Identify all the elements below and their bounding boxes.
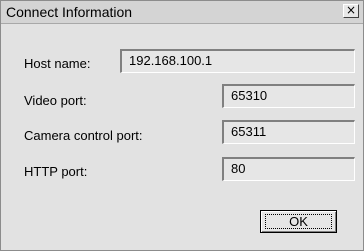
ok-button-label: OK [265, 214, 332, 229]
host-name-label: Host name: [24, 56, 91, 71]
http-port-label: HTTP port: [24, 164, 88, 179]
dialog-title: Connect Information [6, 4, 133, 20]
video-port-label: Video port: [24, 93, 87, 108]
ok-button[interactable]: OK [260, 210, 337, 233]
title-bar[interactable]: Connect Information × [1, 1, 363, 24]
close-button[interactable]: × [343, 4, 359, 18]
camera-control-port-label: Camera control port: [24, 128, 143, 143]
video-port-field: 65310 [222, 84, 355, 108]
http-port-field: 80 [222, 157, 355, 181]
camera-control-port-field: 65311 [222, 120, 355, 144]
close-icon: × [345, 3, 357, 17]
connect-information-dialog: Connect Information × Host name: 192.168… [0, 0, 364, 251]
host-name-field: 192.168.100.1 [120, 49, 355, 73]
